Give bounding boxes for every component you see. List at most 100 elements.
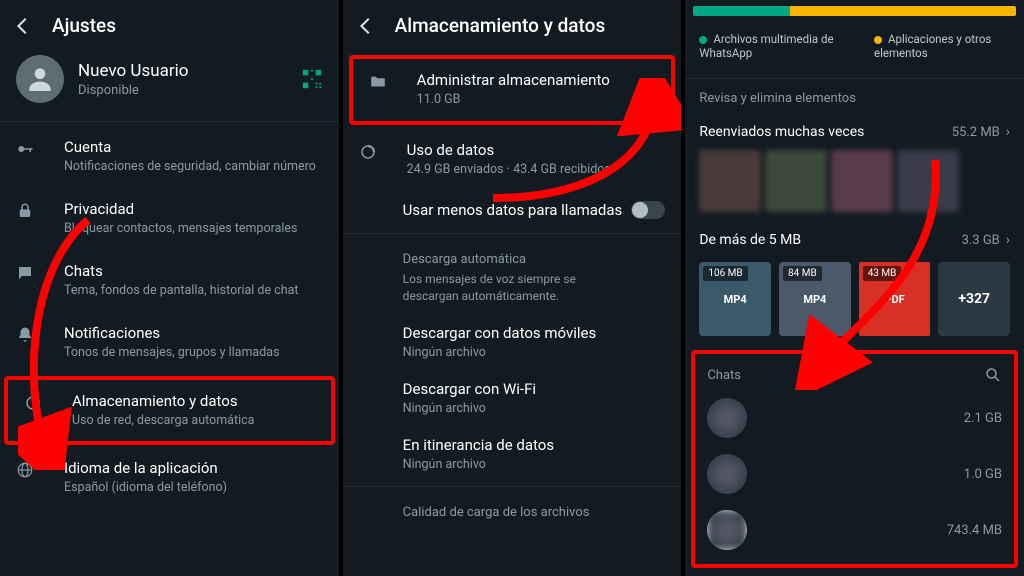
chevron-right-icon: › bbox=[1006, 232, 1010, 248]
settings-item-account[interactable]: CuentaNotificaciones de seguridad, cambi… bbox=[0, 126, 339, 188]
dot-icon bbox=[699, 36, 707, 44]
chat-size: 1.0 GB bbox=[964, 467, 1002, 482]
file-size-badge: 84 MB bbox=[783, 266, 822, 281]
settings-panel: Ajustes Nuevo Usuario Disponible CuentaN… bbox=[0, 0, 339, 576]
forwarded-row[interactable]: Reenviados muchas veces 55.2 MB › bbox=[685, 114, 1024, 150]
item-label: Idioma de la aplicación bbox=[64, 459, 227, 477]
file-type: MP4 bbox=[803, 293, 826, 306]
item-sub: Bloquear contactos, mensajes temporales bbox=[64, 221, 297, 238]
storage-title: Almacenamiento y datos bbox=[395, 14, 606, 37]
data-icon bbox=[24, 394, 52, 430]
file-tile[interactable]: 43 MB PDF bbox=[859, 262, 931, 336]
toggle-switch[interactable] bbox=[631, 201, 665, 219]
download-mobile-item[interactable]: Descargar con datos móviles Ningún archiv… bbox=[343, 314, 682, 370]
media-thumb[interactable] bbox=[897, 150, 959, 212]
dot-icon bbox=[874, 36, 882, 44]
header: Almacenamiento y datos bbox=[343, 0, 682, 51]
legend-media: Archivos multimedia de WhatsApp bbox=[699, 32, 833, 60]
chat-row[interactable]: 2.1 GB bbox=[701, 390, 1008, 446]
item-sub: 24.9 GB enviados · 43.4 GB recibidos bbox=[407, 162, 611, 179]
manage-storage-item[interactable]: Administrar almacenamiento 11.0 GB bbox=[349, 55, 676, 125]
qr-icon[interactable] bbox=[301, 68, 323, 90]
item-label: Almacenamiento y datos bbox=[72, 392, 254, 410]
forwarded-label: Reenviados muchas veces bbox=[699, 124, 864, 140]
chats-label: Chats bbox=[707, 368, 741, 383]
item-sub: Español (idioma del teléfono) bbox=[64, 480, 227, 497]
chat-row[interactable]: 1.0 GB bbox=[701, 446, 1008, 502]
storage-bar bbox=[693, 6, 1016, 16]
item-label: Uso de datos bbox=[407, 141, 611, 159]
over5-size: 3.3 GB bbox=[962, 233, 1000, 248]
avatar bbox=[16, 55, 64, 103]
item-sub: Uso de red, descarga automática bbox=[72, 413, 254, 430]
chat-size: 2.1 GB bbox=[964, 411, 1002, 426]
chat-row[interactable]: 743.4 MB bbox=[701, 502, 1008, 558]
item-sub: Ningún archivo bbox=[403, 401, 536, 416]
large-file-tiles: 106 MB MP4 84 MB MP4 43 MB PDF +327 bbox=[685, 258, 1024, 340]
file-tile[interactable]: 84 MB MP4 bbox=[779, 262, 851, 336]
item-label: Descargar con Wi-Fi bbox=[403, 380, 536, 398]
chat-avatar bbox=[707, 454, 747, 494]
item-sub: Tema, fondos de pantalla, historial de c… bbox=[64, 283, 299, 300]
manage-storage-panel: Archivos multimedia de WhatsApp Aplicaci… bbox=[685, 0, 1024, 576]
item-sub: Ningún archivo bbox=[403, 457, 554, 472]
header: Ajustes bbox=[0, 0, 339, 51]
lock-icon bbox=[16, 202, 44, 238]
more-count: +327 bbox=[958, 291, 990, 307]
item-label: Administrar almacenamiento bbox=[417, 71, 610, 89]
bell-icon bbox=[16, 326, 44, 362]
chevron-right-icon: › bbox=[1006, 124, 1010, 140]
less-data-toggle-row[interactable]: Usar menos datos para llamadas bbox=[343, 191, 682, 229]
item-sub: 11.0 GB bbox=[417, 92, 610, 109]
file-size-badge: 106 MB bbox=[703, 266, 747, 281]
download-wifi-item[interactable]: Descargar con Wi-Fi Ningún archivo bbox=[343, 370, 682, 426]
media-thumb[interactable] bbox=[699, 150, 761, 212]
settings-title: Ajustes bbox=[52, 14, 116, 37]
forwarded-thumbs bbox=[685, 150, 1024, 222]
section-auto-download: Descarga automática bbox=[343, 238, 682, 269]
data-icon bbox=[359, 143, 387, 179]
chat-size: 743.4 MB bbox=[947, 523, 1002, 538]
download-roaming-item[interactable]: En itinerancia de datosNingún archivo bbox=[343, 426, 682, 482]
settings-item-storage[interactable]: Almacenamiento y datos Uso de red, descar… bbox=[4, 376, 335, 446]
legend-apps: Aplicaciones y otros elementos bbox=[874, 32, 991, 60]
user-name: Nuevo Usuario bbox=[78, 61, 188, 81]
item-label: Notificaciones bbox=[64, 324, 280, 342]
item-sub: Ningún archivo bbox=[403, 345, 597, 360]
globe-icon bbox=[16, 461, 44, 497]
media-thumb[interactable] bbox=[765, 150, 827, 212]
storage-data-panel: Almacenamiento y datos Administrar almac… bbox=[343, 0, 682, 576]
settings-item-language[interactable]: Idioma de la aplicación Español (idioma d… bbox=[0, 447, 339, 509]
toggle-label: Usar menos datos para llamadas bbox=[403, 201, 623, 219]
over5-label: De más de 5 MB bbox=[699, 232, 801, 248]
back-icon[interactable] bbox=[12, 15, 34, 37]
settings-item-notifications[interactable]: NotificacionesTonos de mensajes, grupos … bbox=[0, 312, 339, 374]
file-size-badge: 43 MB bbox=[863, 266, 902, 281]
review-caption: Revisa y elimina elementos bbox=[685, 83, 1024, 114]
media-thumb[interactable] bbox=[831, 150, 893, 212]
search-icon[interactable] bbox=[984, 366, 1002, 384]
over-5mb-row[interactable]: De más de 5 MB 3.3 GB › bbox=[685, 222, 1024, 258]
item-label: Privacidad bbox=[64, 200, 297, 218]
section-quality: Calidad de carga de los archivos bbox=[343, 491, 682, 522]
file-type: PDF bbox=[884, 293, 904, 306]
file-type: MP4 bbox=[724, 293, 747, 306]
section-auto-sub: Los mensajes de voz siempre se descargan… bbox=[343, 269, 682, 315]
item-label: Descargar con datos móviles bbox=[403, 324, 597, 342]
settings-item-chats[interactable]: Chats Tema, fondos de pantalla, historial… bbox=[0, 250, 339, 312]
back-icon[interactable] bbox=[355, 15, 377, 37]
item-label: Cuenta bbox=[64, 138, 316, 156]
settings-item-privacy[interactable]: Privacidad Bloquear contactos, mensajes t… bbox=[0, 188, 339, 250]
network-usage-item[interactable]: Uso de datos 24.9 GB enviados · 43.4 GB r… bbox=[343, 129, 682, 191]
forwarded-size: 55.2 MB bbox=[952, 125, 1000, 140]
file-tile-more[interactable]: +327 bbox=[938, 262, 1010, 336]
profile-row[interactable]: Nuevo Usuario Disponible bbox=[0, 51, 339, 117]
item-label: Chats bbox=[64, 262, 299, 280]
folder-icon bbox=[369, 73, 397, 109]
user-status: Disponible bbox=[78, 83, 188, 98]
key-icon bbox=[16, 140, 44, 176]
file-tile[interactable]: 106 MB MP4 bbox=[699, 262, 771, 336]
storage-legend: Archivos multimedia de WhatsApp Aplicaci… bbox=[685, 22, 1024, 74]
chat-avatar bbox=[707, 398, 747, 438]
chats-section: Chats 2.1 GB 1.0 GB 743.4 MB bbox=[691, 350, 1018, 568]
